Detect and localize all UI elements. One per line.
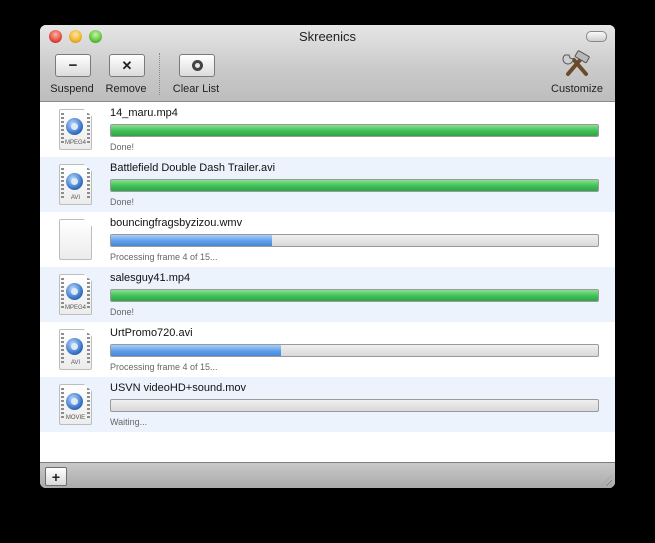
file-type-label: AVI [70,195,81,201]
progress-fill [111,290,598,301]
file-status: Done! [110,142,135,152]
quicktime-file-icon: AVI [59,164,92,205]
quicktime-file-icon: MPEG4 [59,109,92,150]
file-name: 14_maru.mp4 [110,107,178,119]
file-name: Battlefield Double Dash Trailer.avi [110,162,276,174]
resize-grip[interactable] [601,475,612,486]
file-row[interactable]: AVI Battlefield Double Dash Trailer.avi Do… [40,157,615,212]
file-type-label: AVI [70,360,81,366]
file-type-label: MPEG4 [64,140,86,146]
progress-bar [110,124,599,137]
file-row[interactable]: MPEG4 salesguy41.mp4 Done! [40,267,615,322]
file-status: Processing frame 4 of 15... [110,252,218,262]
file-status: Done! [110,307,135,317]
window-title: Skreenics [298,29,357,44]
remove-button[interactable]: ✕ [109,54,145,77]
toolbar-separator [159,53,160,95]
quicktime-file-icon: AVI [59,329,92,370]
suspend-label: Suspend [50,83,94,95]
file-name: bouncingfragsbyzizou.wmv [110,217,243,229]
progress-fill [111,235,272,246]
file-name: UrtPromo720.avi [110,327,193,339]
progress-fill [111,345,282,356]
x-icon: ✕ [121,57,133,73]
clear-list-button[interactable] [179,54,215,77]
progress-bar [110,234,599,247]
file-row[interactable]: AVI UrtPromo720.avi Processing frame 4 of … [40,322,615,377]
bottom-bar: + [40,462,615,488]
progress-bar [110,289,599,302]
file-type-label: MOVIE [65,415,86,421]
file-row[interactable]: bouncingfragsbyzizou.wmv Processing frame… [40,212,615,267]
quicktime-file-icon: MOVIE [59,384,92,425]
file-status: Processing frame 4 of 15... [110,362,218,372]
customize-label: Customize [551,83,603,95]
file-status: Waiting... [110,417,148,427]
add-file-button[interactable]: + [45,467,67,486]
progress-fill [111,125,598,136]
toolbar: Skreenics − Suspend ✕ Remove Clear List … [40,25,615,102]
file-name: salesguy41.mp4 [110,272,191,284]
quicktime-file-icon: MPEG4 [59,274,92,315]
file-row[interactable]: MPEG4 14_maru.mp4 Done! [40,102,615,157]
file-type-label: MPEG4 [64,305,86,311]
progress-bar [110,344,599,357]
app-window: Skreenics − Suspend ✕ Remove Clear List … [40,25,615,488]
minus-icon: − [68,57,78,74]
file-name: USVN videoHD+sound.mov [110,382,247,394]
clear-list-label: Clear List [172,83,220,95]
remove-label: Remove [105,83,147,95]
file-status: Done! [110,197,135,207]
suspend-button[interactable]: − [55,54,91,77]
plus-icon: + [51,468,61,485]
generic-file-icon [59,219,92,260]
progress-fill [111,180,598,191]
progress-bar [110,399,599,412]
file-row[interactable]: MOVIE USVN videoHD+sound.mov Waiting... [40,377,615,432]
progress-bar [110,179,599,192]
tools-icon[interactable] [560,50,594,80]
toolbar-toggle-button[interactable] [586,31,607,42]
clear-list-icon [191,60,203,71]
file-list: MPEG4 14_maru.mp4 Done! AVI Battlefield Doub… [40,102,615,462]
